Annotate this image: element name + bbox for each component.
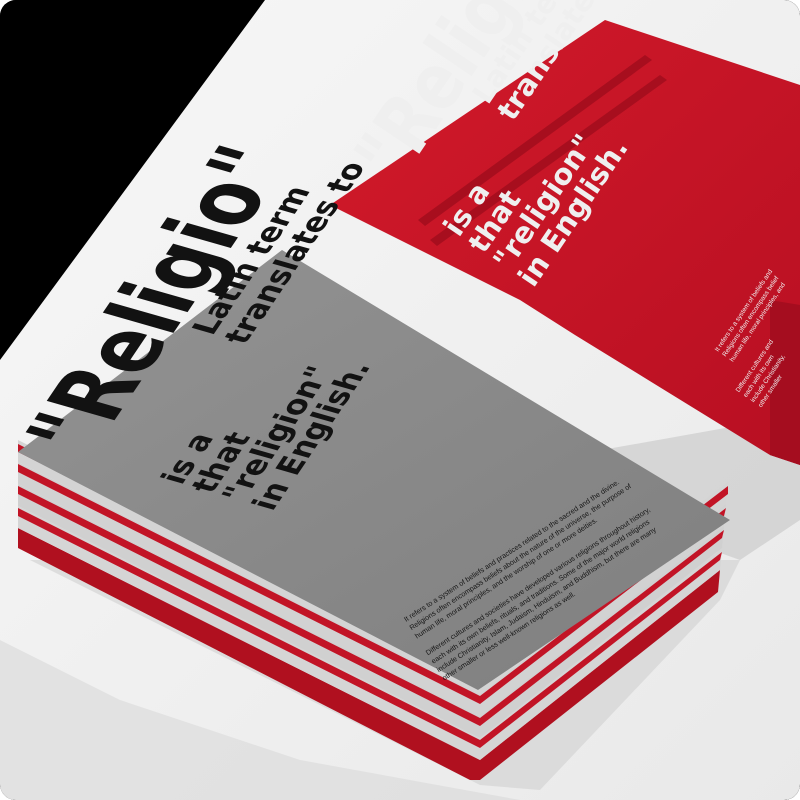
product-photo: "Religio" Latin term translates to is a …	[0, 0, 800, 800]
scene: "Religio" Latin term translates to is a …	[0, 0, 800, 800]
